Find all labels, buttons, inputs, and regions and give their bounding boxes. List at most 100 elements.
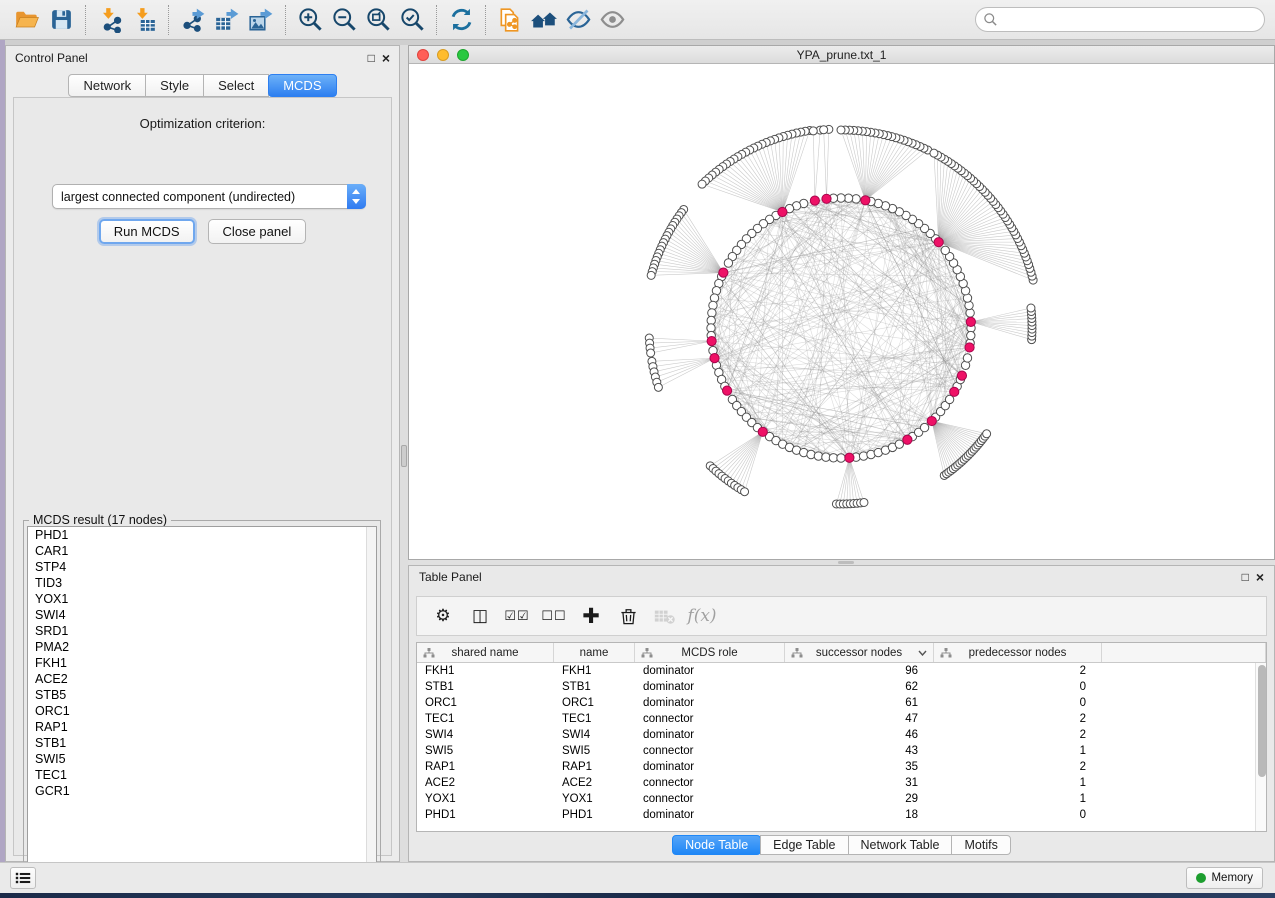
cell-predecessor-nodes[interactable]: 1 bbox=[934, 743, 1102, 759]
table-row[interactable]: YOX1YOX1connector291 bbox=[417, 791, 1255, 807]
tab-motifs[interactable]: Motifs bbox=[951, 835, 1010, 855]
cell-name[interactable]: ORC1 bbox=[554, 695, 635, 711]
result-node-item[interactable]: STB1 bbox=[28, 735, 376, 751]
zoom-in-icon[interactable] bbox=[293, 4, 327, 36]
cell-predecessor-nodes[interactable]: 1 bbox=[934, 775, 1102, 791]
cell-mcds-role[interactable]: connector bbox=[635, 791, 785, 807]
network-window-titlebar[interactable]: YPA_prune.txt_1 bbox=[409, 46, 1274, 64]
cell-successor-nodes[interactable]: 62 bbox=[785, 679, 934, 695]
maximize-window-icon[interactable] bbox=[457, 49, 469, 61]
hide-graphics-icon[interactable] bbox=[561, 4, 595, 36]
result-node-item[interactable]: STB5 bbox=[28, 687, 376, 703]
cell-shared-name[interactable]: RAP1 bbox=[417, 759, 554, 775]
search-input[interactable] bbox=[975, 7, 1265, 32]
cell-predecessor-nodes[interactable]: 2 bbox=[934, 663, 1102, 679]
close-panel-icon[interactable]: × bbox=[1256, 570, 1264, 584]
cell-successor-nodes[interactable]: 35 bbox=[785, 759, 934, 775]
cell-predecessor-nodes[interactable]: 2 bbox=[934, 711, 1102, 727]
result-node-item[interactable]: STP4 bbox=[28, 559, 376, 575]
cell-successor-nodes[interactable]: 47 bbox=[785, 711, 934, 727]
cell-name[interactable]: SWI5 bbox=[554, 743, 635, 759]
result-node-item[interactable]: ORC1 bbox=[28, 703, 376, 719]
task-history-button[interactable] bbox=[10, 867, 36, 889]
apply-function-icon[interactable]: f(x) bbox=[688, 602, 716, 630]
cell-shared-name[interactable]: TEC1 bbox=[417, 711, 554, 727]
tab-network-table[interactable]: Network Table bbox=[848, 835, 953, 855]
table-row[interactable]: RAP1RAP1dominator352 bbox=[417, 759, 1255, 775]
result-node-item[interactable]: FKH1 bbox=[28, 655, 376, 671]
show-graphics-icon[interactable] bbox=[595, 4, 629, 36]
show-home-icon[interactable] bbox=[527, 4, 561, 36]
settings-gear-icon[interactable]: ⚙ bbox=[429, 602, 457, 630]
cell-predecessor-nodes[interactable]: 2 bbox=[934, 727, 1102, 743]
cell-mcds-role[interactable]: dominator bbox=[635, 679, 785, 695]
close-panel-icon[interactable]: × bbox=[382, 51, 390, 65]
delete-table-icon[interactable] bbox=[651, 602, 679, 630]
table-row[interactable]: SWI4SWI4dominator462 bbox=[417, 727, 1255, 743]
export-table-icon[interactable] bbox=[210, 4, 244, 36]
tab-node-table[interactable]: Node Table bbox=[672, 835, 761, 855]
cell-successor-nodes[interactable]: 61 bbox=[785, 695, 934, 711]
cell-mcds-role[interactable]: dominator bbox=[635, 807, 785, 823]
float-panel-icon[interactable]: □ bbox=[368, 52, 375, 64]
export-network-icon[interactable] bbox=[176, 4, 210, 36]
result-node-item[interactable]: SWI4 bbox=[28, 607, 376, 623]
tab-style[interactable]: Style bbox=[145, 74, 204, 97]
tab-select[interactable]: Select bbox=[203, 74, 269, 97]
cell-name[interactable]: ACE2 bbox=[554, 775, 635, 791]
float-panel-icon[interactable]: □ bbox=[1242, 571, 1249, 583]
cell-mcds-role[interactable]: connector bbox=[635, 743, 785, 759]
result-list-scrollbar[interactable] bbox=[366, 527, 376, 885]
result-node-item[interactable]: SWI5 bbox=[28, 751, 376, 767]
cell-predecessor-nodes[interactable]: 0 bbox=[934, 695, 1102, 711]
cell-mcds-role[interactable]: dominator bbox=[635, 727, 785, 743]
tab-network[interactable]: Network bbox=[68, 74, 146, 97]
delete-column-icon[interactable] bbox=[614, 602, 642, 630]
cell-shared-name[interactable]: YOX1 bbox=[417, 791, 554, 807]
criterion-dropdown[interactable]: largest connected component (undirected) bbox=[52, 184, 366, 209]
result-node-item[interactable]: GCR1 bbox=[28, 783, 376, 799]
table-row[interactable]: ORC1ORC1dominator610 bbox=[417, 695, 1255, 711]
cell-mcds-role[interactable]: dominator bbox=[635, 695, 785, 711]
table-row[interactable]: FKH1FKH1dominator962 bbox=[417, 663, 1255, 679]
table-row[interactable]: PHD1PHD1dominator180 bbox=[417, 807, 1255, 823]
result-node-item[interactable]: PHD1 bbox=[28, 527, 376, 543]
tab-mcds[interactable]: MCDS bbox=[268, 74, 336, 97]
result-node-item[interactable]: TID3 bbox=[28, 575, 376, 591]
run-mcds-button[interactable]: Run MCDS bbox=[99, 219, 195, 244]
clone-network-icon[interactable] bbox=[493, 4, 527, 36]
result-node-item[interactable]: RAP1 bbox=[28, 719, 376, 735]
cell-shared-name[interactable]: ORC1 bbox=[417, 695, 554, 711]
add-column-icon[interactable]: ✚ bbox=[577, 602, 605, 630]
select-all-icon[interactable]: ☑☑ bbox=[503, 602, 531, 630]
table-row[interactable]: STB1STB1dominator620 bbox=[417, 679, 1255, 695]
splitter-grip[interactable] bbox=[838, 561, 854, 564]
table-vertical-scrollbar[interactable] bbox=[1255, 663, 1266, 831]
cell-name[interactable]: SWI4 bbox=[554, 727, 635, 743]
splitter-grip[interactable] bbox=[401, 445, 407, 467]
cell-name[interactable]: PHD1 bbox=[554, 807, 635, 823]
cell-mcds-role[interactable]: dominator bbox=[635, 663, 785, 679]
cell-name[interactable]: FKH1 bbox=[554, 663, 635, 679]
result-node-item[interactable]: PMA2 bbox=[28, 639, 376, 655]
cell-shared-name[interactable]: SWI5 bbox=[417, 743, 554, 759]
cell-shared-name[interactable]: PHD1 bbox=[417, 807, 554, 823]
refresh-view-icon[interactable] bbox=[444, 4, 478, 36]
column-header-name[interactable]: name bbox=[554, 643, 635, 662]
table-row[interactable]: SWI5SWI5connector431 bbox=[417, 743, 1255, 759]
zoom-selected-icon[interactable] bbox=[395, 4, 429, 36]
cell-shared-name[interactable]: ACE2 bbox=[417, 775, 554, 791]
zoom-fit-icon[interactable] bbox=[361, 4, 395, 36]
save-session-icon[interactable] bbox=[44, 4, 78, 36]
deselect-all-icon[interactable]: ☐☐ bbox=[540, 602, 568, 630]
cell-predecessor-nodes[interactable]: 2 bbox=[934, 759, 1102, 775]
result-node-item[interactable]: SRD1 bbox=[28, 623, 376, 639]
import-network-icon[interactable] bbox=[93, 4, 127, 36]
cell-successor-nodes[interactable]: 29 bbox=[785, 791, 934, 807]
cell-name[interactable]: STB1 bbox=[554, 679, 635, 695]
column-header-MCDS-role[interactable]: MCDS role bbox=[635, 643, 785, 662]
zoom-out-icon[interactable] bbox=[327, 4, 361, 36]
result-node-item[interactable]: TEC1 bbox=[28, 767, 376, 783]
tab-edge-table[interactable]: Edge Table bbox=[760, 835, 848, 855]
cell-name[interactable]: RAP1 bbox=[554, 759, 635, 775]
